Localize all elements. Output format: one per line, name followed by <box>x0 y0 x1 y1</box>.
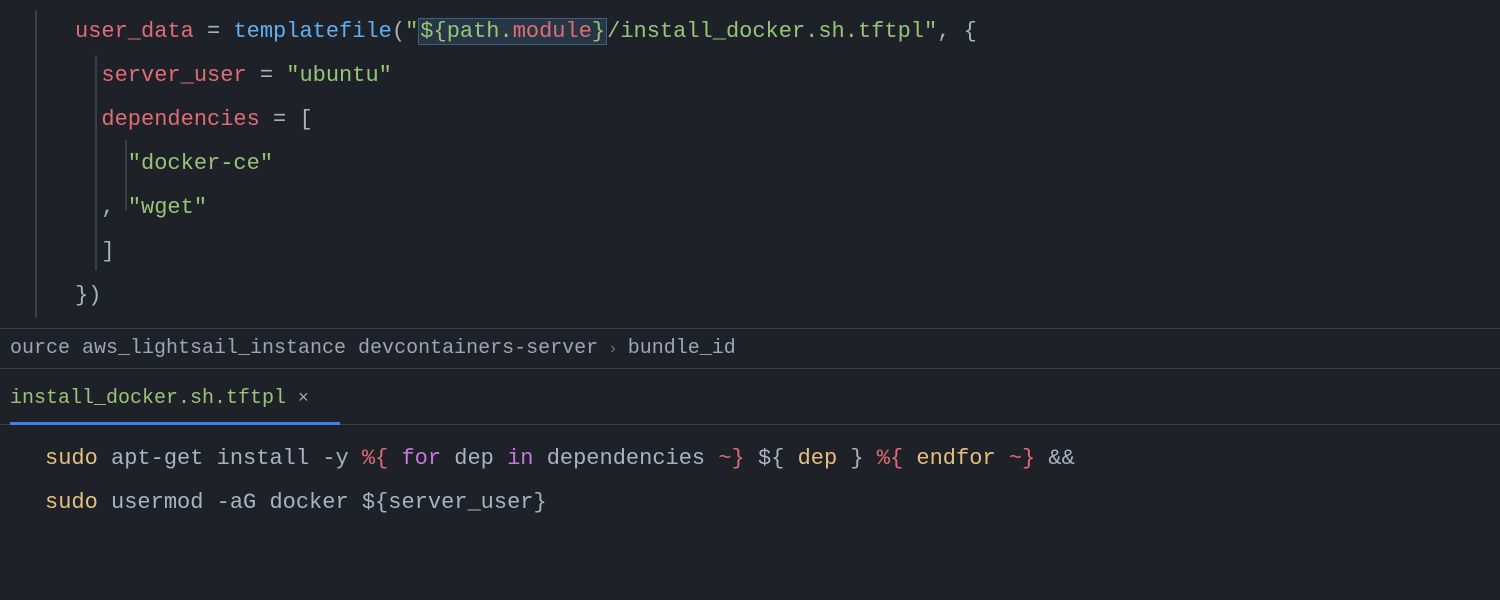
code-token: sudo <box>45 446 98 471</box>
code-token: sudo <box>45 490 98 515</box>
code-token: && <box>1035 446 1075 471</box>
code-token: dependencies <box>101 107 259 132</box>
code-token: ${ <box>745 446 798 471</box>
code-token: for <box>388 446 454 471</box>
code-line[interactable]: }) <box>45 274 1500 318</box>
indent-guide-3 <box>125 140 127 210</box>
indent-guide-1 <box>35 10 37 318</box>
code-token: . <box>500 19 513 44</box>
close-icon[interactable]: × <box>298 389 309 409</box>
code-token: = [ <box>260 107 313 132</box>
tab-label: install_docker.sh.tftpl <box>10 387 286 410</box>
code-token: user_data <box>75 19 194 44</box>
code-token: ${ <box>420 19 446 44</box>
code-token: %{ <box>877 446 903 471</box>
tab-install-docker[interactable]: install_docker.sh.tftpl × <box>10 379 321 424</box>
code-token: %{ <box>362 446 388 471</box>
editor-pane-top[interactable]: user_data = templatefile("${path.module}… <box>0 0 1500 328</box>
code-token: server_user <box>388 490 533 515</box>
breadcrumb[interactable]: ource aws_lightsail_instance devcontaine… <box>0 328 1500 369</box>
breadcrumb-segment[interactable]: ource aws_lightsail_instance devcontaine… <box>10 337 598 360</box>
code-token: = <box>247 63 287 88</box>
code-token: server_user <box>101 63 246 88</box>
breadcrumb-segment[interactable]: bundle_id <box>628 337 736 360</box>
code-token: "wget" <box>128 195 207 220</box>
code-token: usermod -aG docker <box>98 490 362 515</box>
code-token: endfor <box>903 446 1009 471</box>
chevron-right-icon: › <box>608 340 618 358</box>
code-token: dependencies <box>547 446 719 471</box>
code-line[interactable]: sudo apt-get install -y %{ for dep in de… <box>45 437 1500 481</box>
interp-highlight: ${path.module} <box>418 18 607 45</box>
code-token: ] <box>101 239 114 264</box>
tab-bar: install_docker.sh.tftpl × <box>0 369 1500 425</box>
code-token: ( <box>392 19 405 44</box>
code-token: , { <box>937 19 977 44</box>
code-token: }) <box>75 283 101 308</box>
code-token: ~} <box>1009 446 1035 471</box>
indent-guide-2 <box>95 55 97 270</box>
code-token: ${ <box>362 490 388 515</box>
code-token: , <box>101 195 127 220</box>
code-token: dep <box>798 446 838 471</box>
code-line[interactable]: , "wget" <box>45 186 1500 230</box>
code-token: in <box>494 446 547 471</box>
code-token: = <box>194 19 234 44</box>
code-line[interactable]: user_data = templatefile("${path.module}… <box>45 10 1500 54</box>
code-token: " <box>924 19 937 44</box>
editor-pane-bottom[interactable]: sudo apt-get install -y %{ for dep in de… <box>0 425 1500 535</box>
code-token: templatefile <box>233 19 391 44</box>
code-token: module <box>513 19 592 44</box>
code-line[interactable]: dependencies = [ <box>45 98 1500 142</box>
code-token: "ubuntu" <box>286 63 392 88</box>
code-token: "docker-ce" <box>101 151 273 176</box>
code-line[interactable]: sudo usermod -aG docker ${server_user} <box>45 481 1500 525</box>
code-token: } <box>592 19 605 44</box>
code-token: } <box>837 446 877 471</box>
code-token: ~} <box>718 446 744 471</box>
code-token: " <box>405 19 418 44</box>
code-token: path <box>447 19 500 44</box>
code-token: /install_docker.sh.tftpl <box>607 19 924 44</box>
code-token: } <box>534 490 547 515</box>
active-tab-indicator <box>10 422 340 425</box>
code-line[interactable]: ] <box>45 230 1500 274</box>
code-token: apt-get install -y <box>98 446 362 471</box>
code-line[interactable]: server_user = "ubuntu" <box>45 54 1500 98</box>
code-line[interactable]: "docker-ce" <box>45 142 1500 186</box>
code-token: dep <box>454 446 494 471</box>
